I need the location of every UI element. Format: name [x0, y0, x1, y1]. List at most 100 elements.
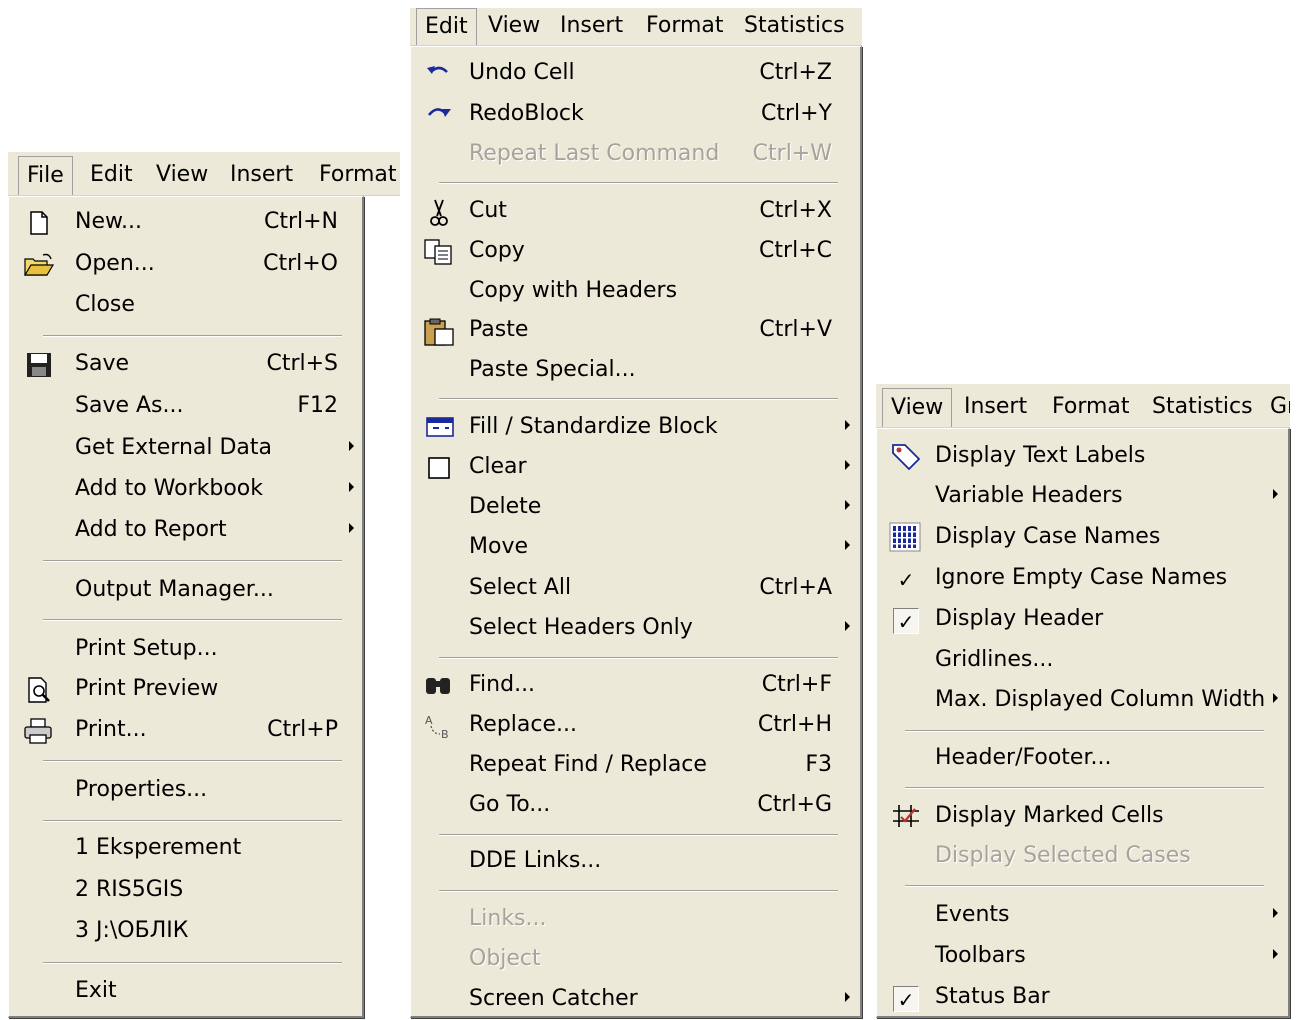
menu-item-cut[interactable]: Cut Ctrl+X	[411, 192, 860, 232]
menu-item-save-as[interactable]: Save As... F12	[9, 387, 362, 427]
menu-item-max-displayed-column-width[interactable]: Max. Displayed Column Width	[877, 681, 1288, 721]
menu-item-close[interactable]: Close	[9, 286, 362, 326]
menu-item-label: 1 Eksperement	[75, 835, 242, 860]
menu-item-label: Copy	[469, 238, 525, 263]
menu-item-label: Select All	[469, 575, 572, 600]
menu-item-label: Display Header	[935, 606, 1104, 631]
menu-item-paste-special[interactable]: Paste Special...	[411, 351, 860, 391]
menu-item-copy-with-headers[interactable]: Copy with Headers	[411, 272, 860, 312]
menu-separator	[905, 885, 1264, 887]
menu-insert[interactable]: Insert	[956, 388, 1035, 426]
menu-format[interactable]: Format	[1044, 388, 1138, 426]
menu-item-label: Events	[935, 902, 1010, 927]
menu-item-open[interactable]: Open... Ctrl+O	[9, 245, 362, 285]
menu-item-display-text-labels[interactable]: Display Text Labels	[877, 437, 1288, 477]
recent-file-1[interactable]: 1 Eksperement	[9, 829, 362, 869]
checkmark-icon: ✓	[897, 568, 915, 592]
menu-view[interactable]: View	[882, 388, 953, 427]
menu-separator	[43, 619, 342, 621]
submenu-arrow-icon	[845, 420, 850, 430]
menu-item-save[interactable]: Save Ctrl+S	[9, 345, 362, 385]
menu-item-label: Output Manager...	[75, 577, 274, 602]
menu-insert[interactable]: Insert	[552, 8, 631, 44]
menu-item-clear[interactable]: Clear	[411, 448, 860, 488]
menu-graphs[interactable]: Gr	[1262, 388, 1290, 426]
menu-item-label: Print Setup...	[75, 636, 218, 661]
menu-item-variable-headers[interactable]: Variable Headers	[877, 477, 1288, 517]
replace-icon: AB	[423, 712, 451, 741]
menu-item-label: New...	[75, 209, 142, 234]
menu-item-ignore-empty-case-names[interactable]: ✓ Ignore Empty Case Names	[877, 559, 1288, 599]
menu-item-label: Move	[469, 534, 528, 559]
menu-separator	[43, 335, 342, 337]
menu-item-go-to[interactable]: Go To... Ctrl+G	[411, 786, 860, 826]
menu-item-toolbars[interactable]: Toolbars	[877, 937, 1288, 977]
menu-edit[interactable]: Edit	[82, 156, 141, 194]
shortcut: Ctrl+G	[757, 792, 832, 817]
menu-item-print-setup[interactable]: Print Setup...	[9, 630, 362, 670]
binoculars-icon	[423, 672, 451, 700]
menu-item-copy[interactable]: Copy Ctrl+C	[411, 232, 860, 272]
menu-item-find[interactable]: Find... Ctrl+F	[411, 666, 860, 706]
menu-statistics[interactable]: Statistics	[1144, 388, 1261, 426]
menu-item-replace[interactable]: AB Replace... Ctrl+H	[411, 706, 860, 746]
menu-item-display-case-names[interactable]: Display Case Names	[877, 518, 1288, 558]
menu-item-properties[interactable]: Properties...	[9, 771, 362, 811]
menu-item-object[interactable]: Object	[411, 940, 860, 980]
menu-item-screen-catcher[interactable]: Screen Catcher	[411, 980, 860, 1020]
menu-format[interactable]: Format	[638, 8, 732, 44]
menu-item-print-preview[interactable]: Print Preview	[9, 670, 362, 710]
menu-item-events[interactable]: Events	[877, 896, 1288, 936]
menu-item-display-marked-cells[interactable]: Display Marked Cells	[877, 797, 1288, 837]
recent-file-2[interactable]: 2 RIS5GIS	[9, 871, 362, 911]
menu-format[interactable]: Format	[311, 156, 400, 194]
menu-statistics[interactable]: Statistics	[736, 8, 853, 44]
menu-item-label: Paste	[469, 317, 529, 342]
menu-separator	[43, 560, 342, 562]
menu-item-display-header[interactable]: ✓ Display Header	[877, 600, 1288, 640]
print-preview-icon	[25, 676, 53, 704]
shortcut: Ctrl+X	[759, 198, 832, 223]
menu-edit[interactable]: Edit	[416, 8, 477, 45]
menu-item-new[interactable]: New... Ctrl+N	[9, 203, 362, 243]
menu-item-label: 2 RIS5GIS	[75, 877, 184, 902]
menu-item-output-manager[interactable]: Output Manager...	[9, 571, 362, 611]
menu-item-repeat-last-command[interactable]: Repeat Last Command Ctrl+W	[411, 135, 860, 175]
shortcut: F12	[297, 393, 338, 418]
menu-item-fill-standardize-block[interactable]: Fill / Standardize Block	[411, 408, 860, 448]
menu-separator	[43, 760, 342, 762]
menu-item-move[interactable]: Move	[411, 528, 860, 568]
menu-item-gridlines[interactable]: Gridlines...	[877, 641, 1288, 681]
menu-item-add-to-report[interactable]: Add to Report	[9, 511, 362, 551]
printer-icon	[23, 717, 52, 745]
file-dropdown: New... Ctrl+N Open... Ctrl+O Close Save …	[8, 196, 364, 1018]
menu-item-get-external-data[interactable]: Get External Data	[9, 429, 362, 469]
menu-item-label: Display Case Names	[935, 524, 1161, 549]
menu-item-dde-links[interactable]: DDE Links...	[411, 842, 860, 882]
menu-item-print[interactable]: Print... Ctrl+P	[9, 711, 362, 751]
menu-view[interactable]: View	[148, 156, 216, 194]
menu-item-exit[interactable]: Exit	[9, 972, 362, 1012]
menu-view[interactable]: View	[480, 8, 548, 44]
menu-item-label: Replace...	[469, 712, 578, 737]
menu-item-links[interactable]: Links...	[411, 900, 860, 940]
menu-item-select-all[interactable]: Select All Ctrl+A	[411, 569, 860, 609]
menu-item-add-to-workbook[interactable]: Add to Workbook	[9, 470, 362, 510]
menu-item-redo-block[interactable]: RedoBlock Ctrl+Y	[411, 95, 860, 135]
menu-file[interactable]: File	[18, 156, 73, 195]
menu-item-label: Print Preview	[75, 676, 219, 701]
menu-item-undo-cell[interactable]: Undo Cell Ctrl+Z	[411, 54, 860, 94]
menu-item-label: Display Text Labels	[935, 443, 1146, 468]
menu-item-paste[interactable]: Paste Ctrl+V	[411, 311, 860, 351]
menu-item-status-bar[interactable]: ✓ Status Bar	[877, 978, 1288, 1018]
menu-item-header-footer[interactable]: Header/Footer...	[877, 739, 1288, 779]
menu-item-label: Undo Cell	[469, 60, 575, 85]
menu-item-repeat-find-replace[interactable]: Repeat Find / Replace F3	[411, 746, 860, 786]
menu-item-display-selected-cases[interactable]: Display Selected Cases	[877, 837, 1288, 877]
menu-insert[interactable]: Insert	[222, 156, 301, 194]
menu-item-label: Screen Catcher	[469, 986, 638, 1011]
recent-file-3[interactable]: 3 J:\ОБЛІК	[9, 912, 362, 952]
menu-item-delete[interactable]: Delete	[411, 488, 860, 528]
menu-item-select-headers-only[interactable]: Select Headers Only	[411, 609, 860, 649]
open-folder-icon	[23, 251, 55, 279]
